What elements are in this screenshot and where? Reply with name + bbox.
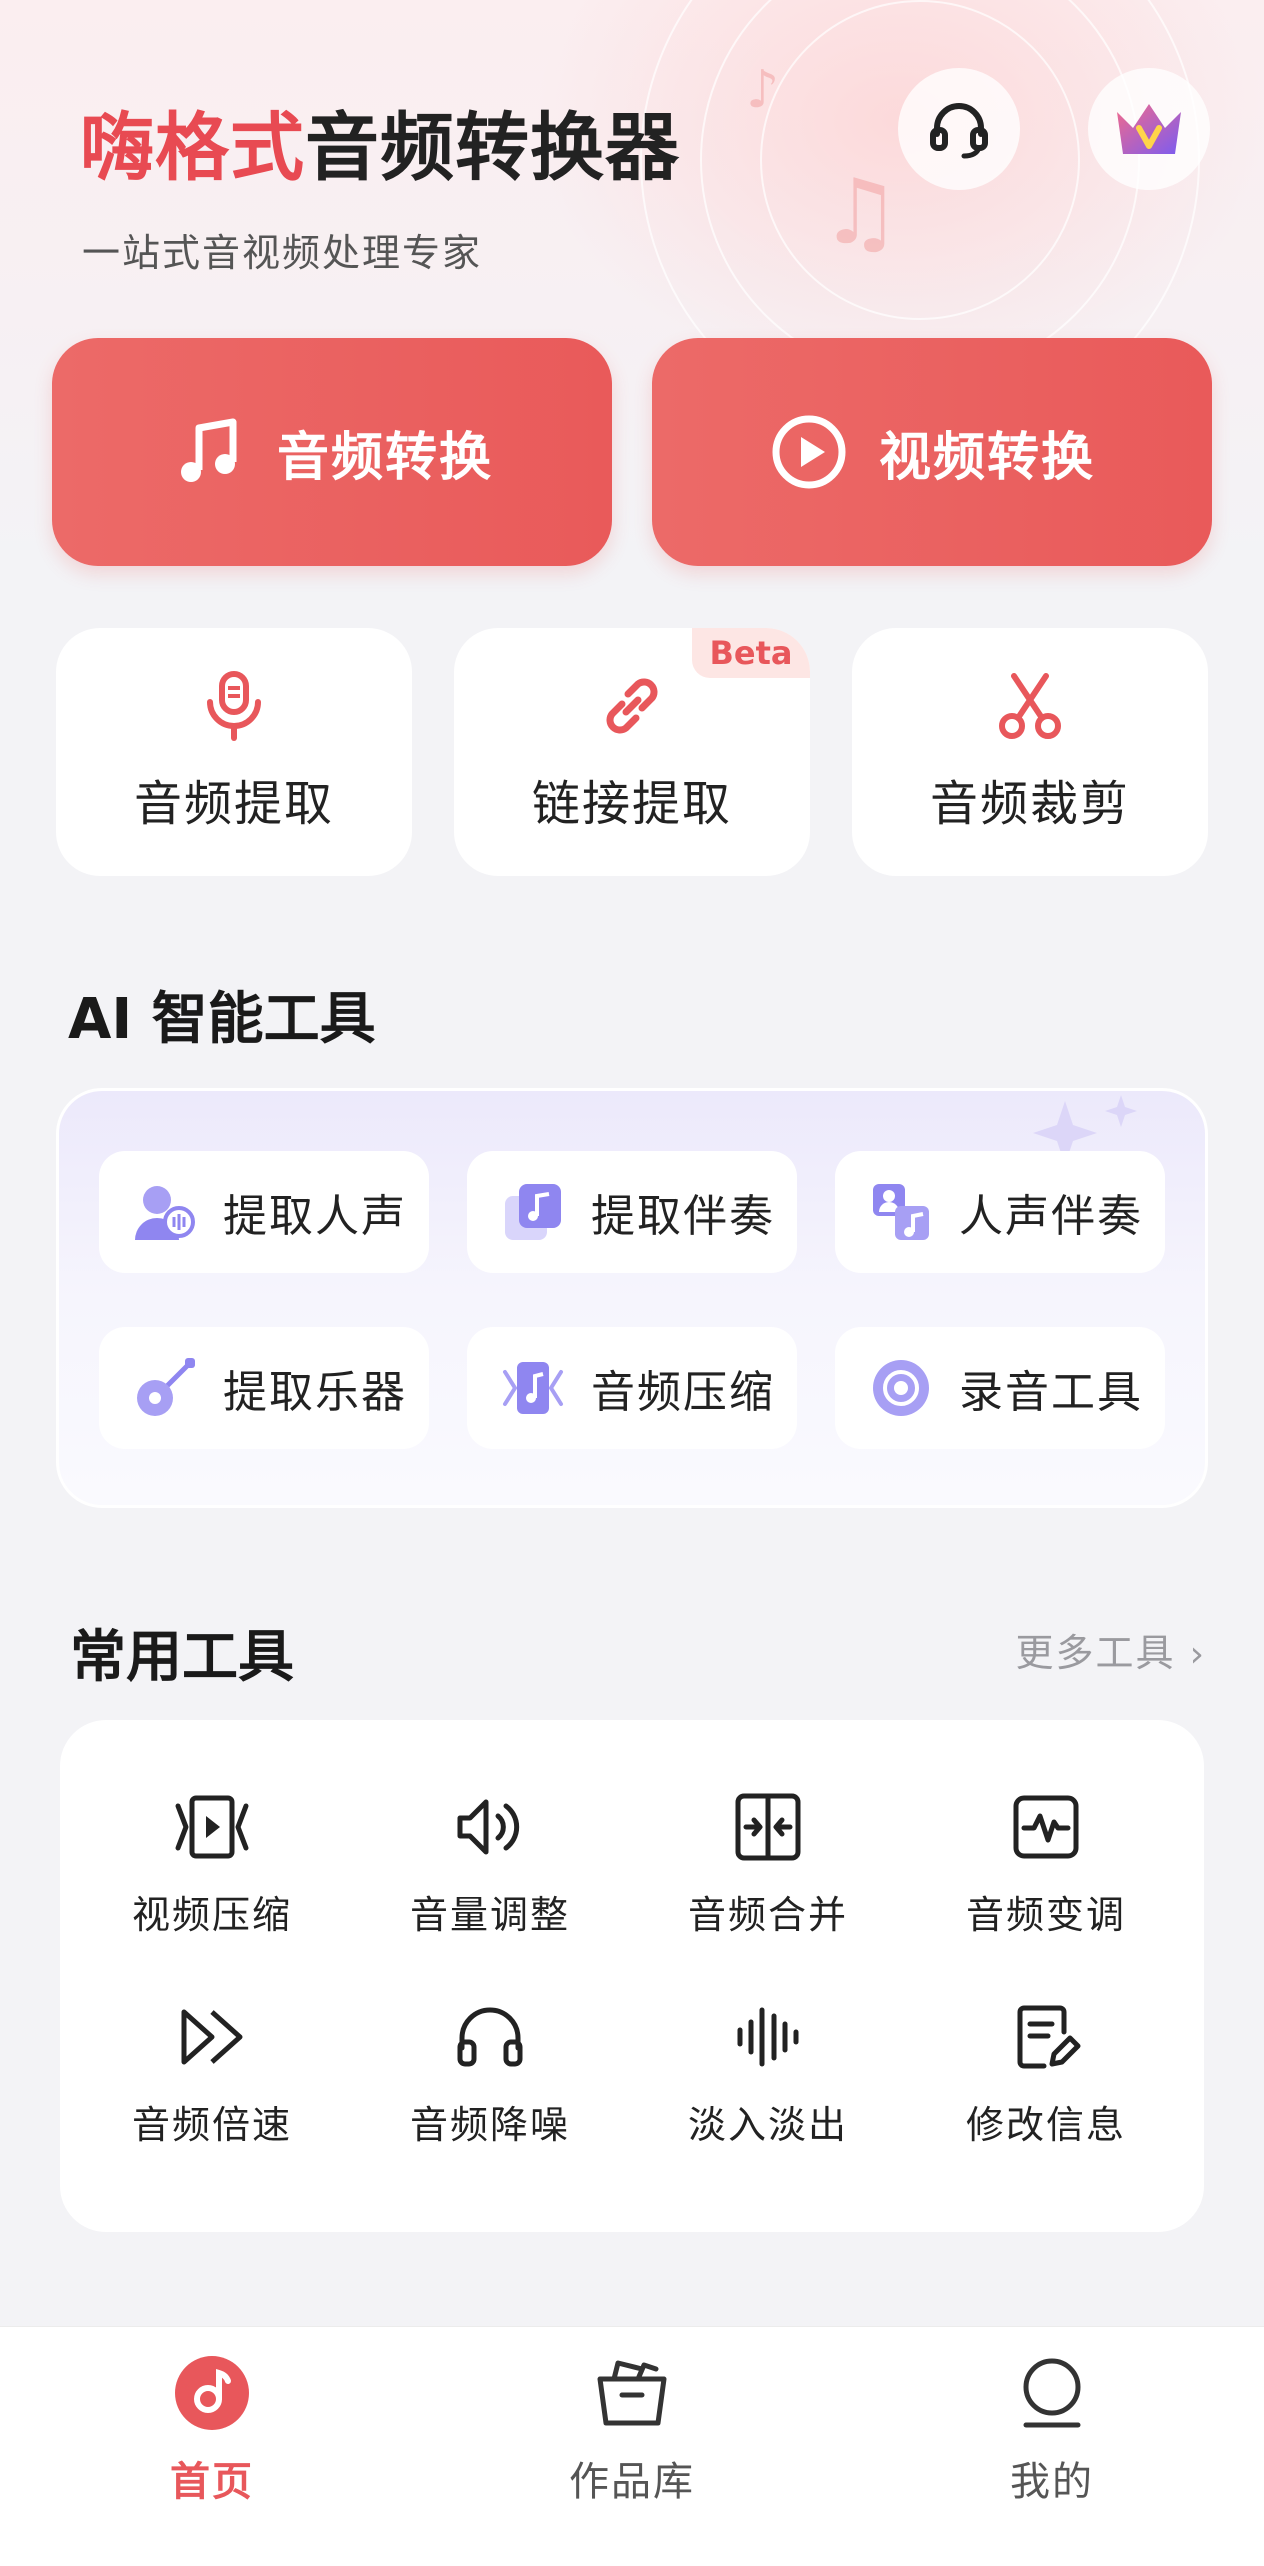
video-compress-icon (175, 1795, 249, 1859)
waveform-box-icon (1013, 1795, 1079, 1859)
record-tool-label: 录音工具 (959, 1367, 1143, 1418)
link-icon (606, 678, 658, 734)
voice-accompaniment-icon (873, 1184, 929, 1240)
video-compress-tool[interactable]: 视频压缩 (82, 1792, 342, 1939)
app-title-highlight: 嗨格式 (80, 105, 305, 191)
headset-icon (930, 103, 988, 159)
app-subtitle: 一站式音视频处理专家 (82, 231, 483, 275)
extract-accompaniment-label: 提取伴奏 (591, 1191, 775, 1242)
extract-accompaniment-button[interactable]: 提取伴奏 (467, 1151, 797, 1273)
fade-in-out-tool[interactable]: 淡入淡出 (638, 2002, 898, 2149)
chevron-right-icon: › (1189, 1634, 1206, 1675)
music-note-decor-icon: ♪ (746, 60, 780, 120)
edit-info-tool[interactable]: 修改信息 (916, 2002, 1176, 2149)
fade-in-out-label: 淡入淡出 (687, 2103, 848, 2147)
tab-works[interactable]: 作品库 (512, 2355, 752, 2507)
volume-adjust-label: 音量调整 (409, 1893, 570, 1937)
audio-extract-card[interactable]: 音频提取 (56, 628, 412, 876)
headphones-icon (457, 2007, 523, 2067)
audio-convert-button[interactable]: 音频转换 (52, 338, 612, 566)
extract-instrument-label: 提取乐器 (223, 1367, 407, 1418)
fast-forward-icon (181, 2009, 243, 2065)
audio-compress-label: 音频压缩 (591, 1367, 775, 1418)
music-note-decor-icon: ♫ (820, 160, 901, 265)
beta-badge: Beta (692, 628, 810, 678)
more-tools-link[interactable]: 更多工具 › (1015, 1622, 1206, 1677)
audio-trim-card[interactable]: 音频裁剪 (852, 628, 1208, 876)
folder-box-icon (597, 2360, 667, 2426)
voice-person-icon (135, 1186, 195, 1240)
audio-trim-label: 音频裁剪 (929, 776, 1130, 832)
audio-compress-button[interactable]: 音频压缩 (467, 1327, 797, 1449)
audio-denoise-label: 音频降噪 (409, 2103, 570, 2147)
app-title-rest: 音频转换器 (305, 105, 680, 191)
audio-speed-tool[interactable]: 音频倍速 (82, 2002, 342, 2149)
volume-icon (457, 1799, 520, 1855)
common-section-title: 常用工具 (70, 1625, 294, 1690)
audio-denoise-tool[interactable]: 音频降噪 (360, 2002, 620, 2149)
tab-mine[interactable]: 我的 (932, 2355, 1172, 2507)
microphone-icon (207, 671, 261, 741)
tab-works-label: 作品库 (569, 2459, 695, 2505)
music-note-icon (180, 418, 237, 482)
home-music-icon (175, 2356, 249, 2430)
audio-pitch-label: 音频变调 (965, 1893, 1126, 1937)
extract-vocals-button[interactable]: 提取人声 (99, 1151, 429, 1273)
vocal-accompaniment-button[interactable]: 人声伴奏 (835, 1151, 1165, 1273)
ai-section-title: AI 智能工具 (68, 987, 376, 1052)
extract-instrument-button[interactable]: 提取乐器 (99, 1327, 429, 1449)
audio-compress-icon (503, 1362, 563, 1414)
ai-tools-panel: 提取人声 提取伴奏 人声伴奏 提取乐器 音频压缩 录音工具 (56, 1088, 1208, 1508)
crown-vip-icon (1117, 104, 1181, 154)
video-compress-label: 视频压缩 (131, 1893, 292, 1937)
edit-document-icon (1017, 2005, 1081, 2069)
vip-button[interactable] (1088, 68, 1210, 190)
merge-icon (735, 1793, 801, 1861)
tab-mine-label: 我的 (1010, 2459, 1094, 2505)
common-tools-card: 视频压缩 音量调整 音频合并 音频变调 音频倍速 音频降噪 淡入淡出 修改信息 (60, 1720, 1204, 2232)
audio-convert-label: 音频转换 (276, 427, 493, 488)
video-convert-label: 视频转换 (878, 427, 1095, 488)
app-title: 嗨格式音频转换器 (80, 88, 680, 195)
scissors-icon (999, 673, 1061, 739)
volume-adjust-tool[interactable]: 音量调整 (360, 1792, 620, 1939)
link-extract-label: 链接提取 (531, 776, 732, 832)
audio-pitch-tool[interactable]: 音频变调 (916, 1792, 1176, 1939)
guitar-icon (137, 1358, 195, 1416)
edit-info-label: 修改信息 (965, 2103, 1126, 2147)
support-button[interactable] (898, 68, 1020, 190)
record-icon (873, 1360, 929, 1416)
profile-icon (1023, 2358, 1081, 2428)
accompaniment-icon (505, 1184, 561, 1240)
sound-bars-icon (737, 2007, 799, 2067)
more-tools-label: 更多工具 (1015, 1631, 1176, 1675)
audio-speed-label: 音频倍速 (131, 2103, 292, 2147)
tab-home-label: 首页 (170, 2459, 254, 2505)
video-convert-button[interactable]: 视频转换 (652, 338, 1212, 566)
audio-extract-label: 音频提取 (133, 776, 334, 832)
audio-merge-label: 音频合并 (687, 1893, 848, 1937)
audio-merge-tool[interactable]: 音频合并 (638, 1792, 898, 1939)
tab-home[interactable]: 首页 (92, 2355, 332, 2507)
bottom-tab-bar: 首页 作品库 我的 (0, 2326, 1264, 2566)
extract-vocals-label: 提取人声 (223, 1191, 407, 1242)
play-circle-icon (772, 415, 846, 489)
link-extract-card[interactable]: Beta 链接提取 (454, 628, 810, 876)
vocal-accompaniment-label: 人声伴奏 (959, 1191, 1143, 1242)
record-tool-button[interactable]: 录音工具 (835, 1327, 1165, 1449)
